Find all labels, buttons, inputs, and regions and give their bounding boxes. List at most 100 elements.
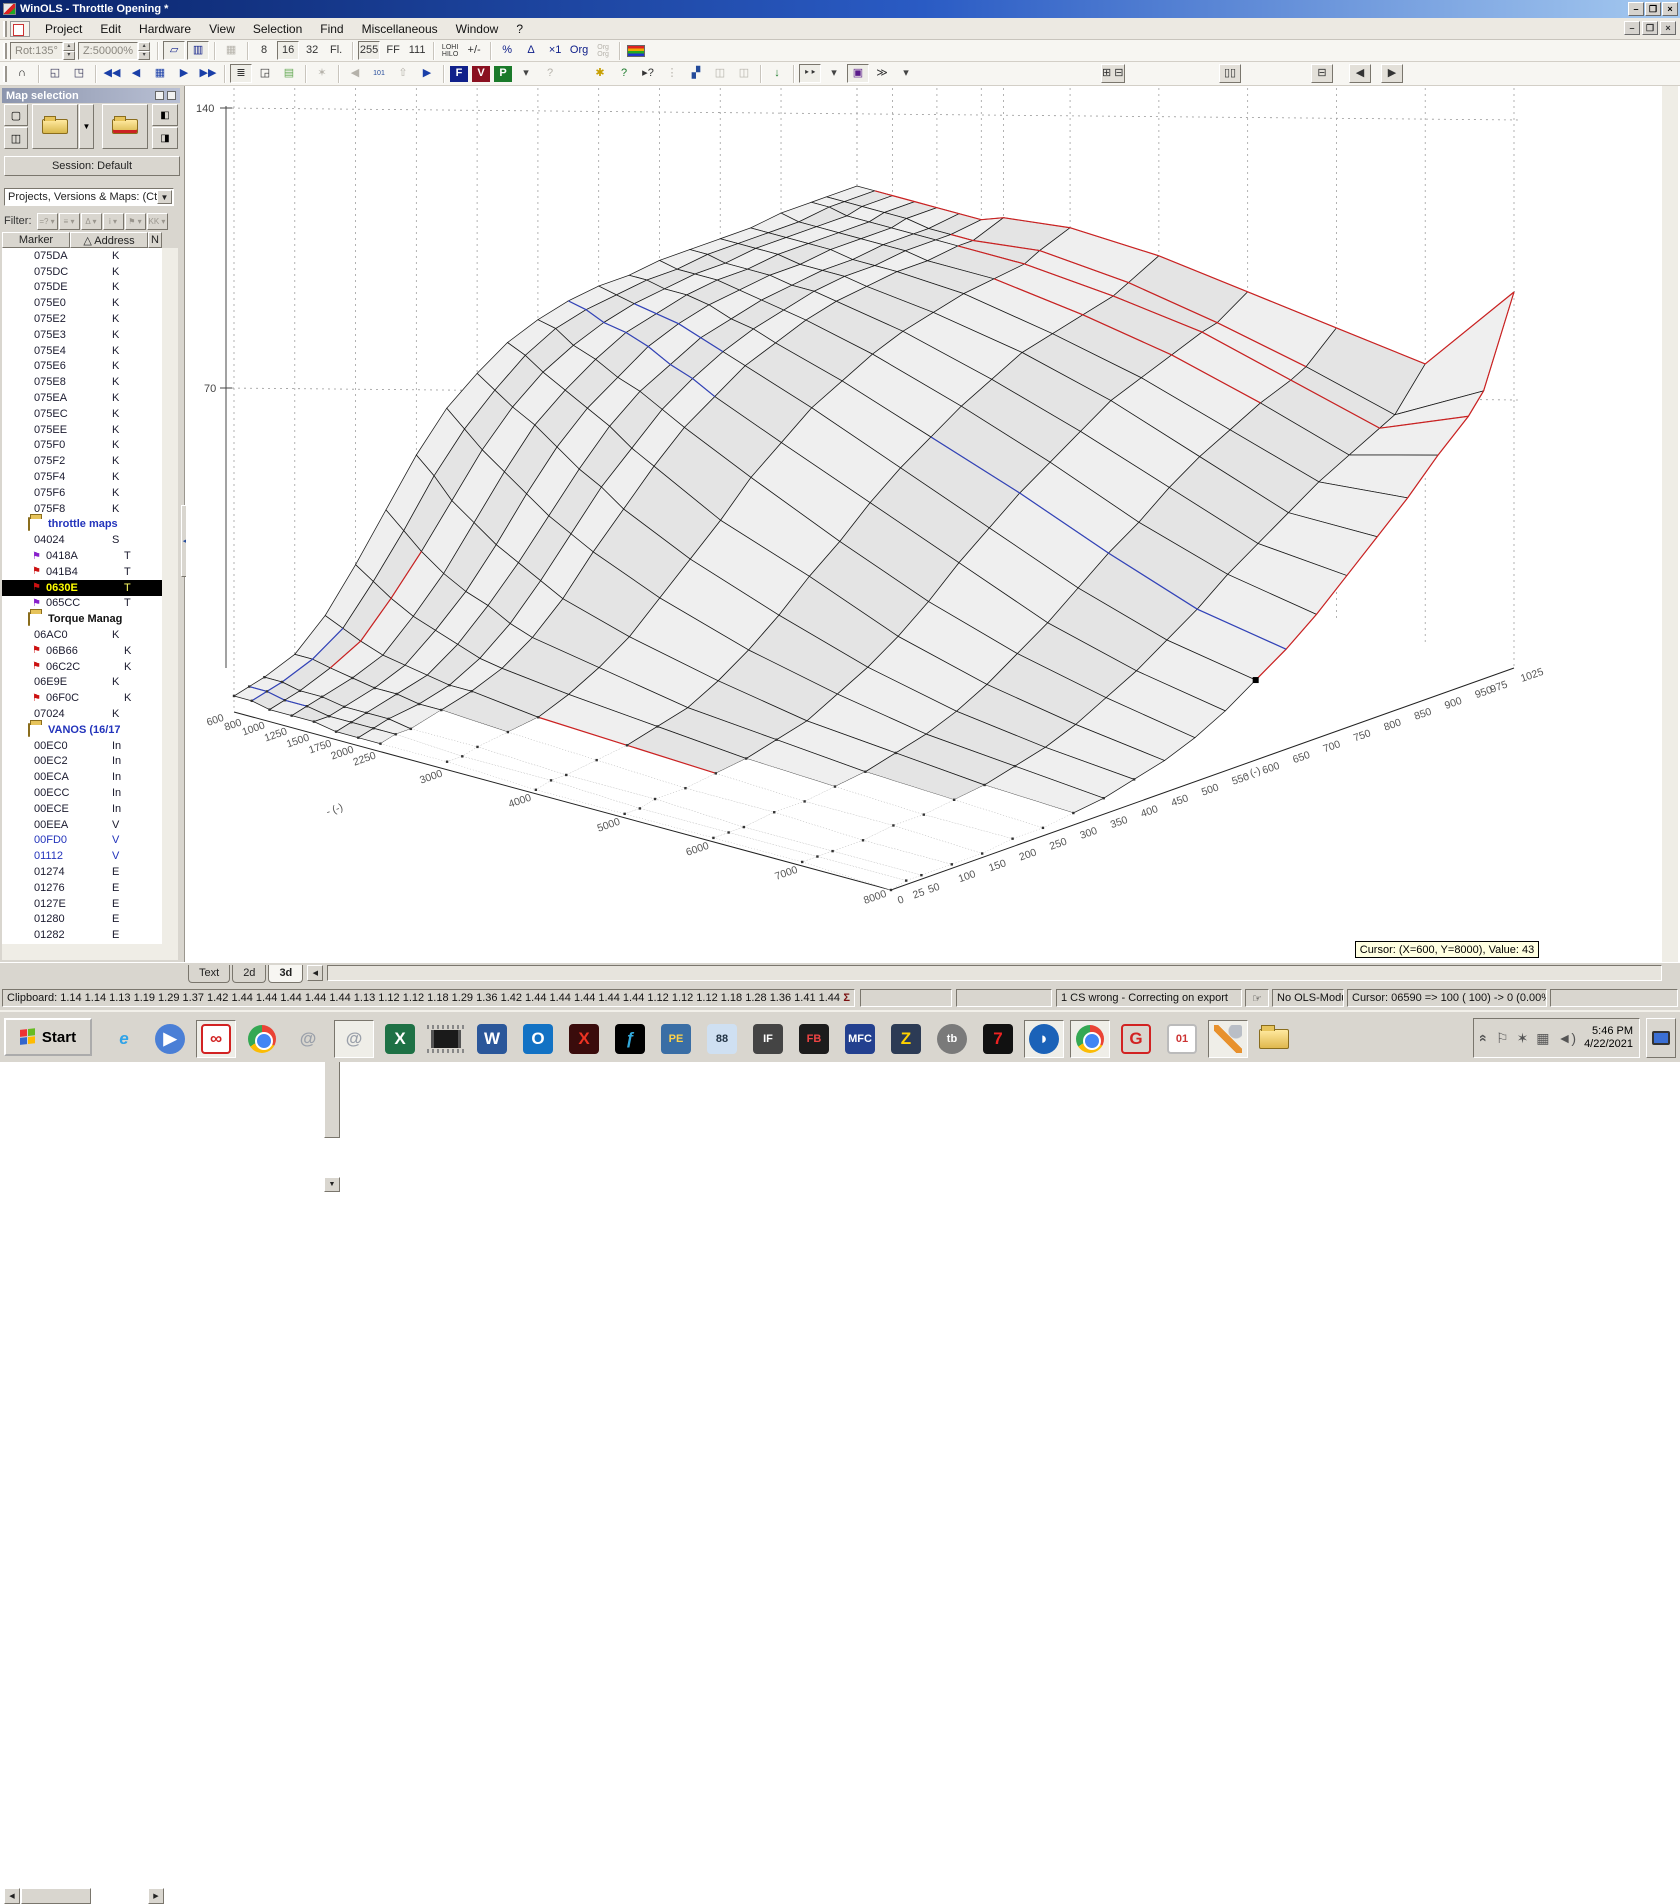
map-wizard-button[interactable]: ▞	[685, 64, 707, 83]
map-row[interactable]: 075ECK	[2, 406, 162, 422]
list-horizontal-scrollbar[interactable]: ◀ ▶	[2, 944, 178, 960]
original-button[interactable]: Org	[568, 41, 590, 60]
mdi-restore-button[interactable]: ❒	[1642, 21, 1658, 35]
filter-button-1[interactable]: =? ▾	[37, 213, 58, 230]
magic-hat-button[interactable]: ∩	[11, 64, 33, 83]
mdi-close-button[interactable]: ×	[1660, 21, 1676, 35]
last-map-button[interactable]: ▶▶	[197, 64, 219, 83]
new-map-button[interactable]: ▢	[4, 104, 28, 126]
find-value-button[interactable]: 101	[368, 64, 390, 83]
menu-find[interactable]: Find	[311, 20, 352, 38]
auto-wizard-button[interactable]: ✱	[589, 64, 611, 83]
calculator-icon[interactable]: 88	[702, 1020, 742, 1058]
surface-3d-plot[interactable]: 1407060080010001250150017502000225030004…	[186, 86, 1662, 962]
column-header-n[interactable]: N	[148, 232, 162, 248]
binary-view-button[interactable]: 111	[406, 41, 428, 60]
menu-hardware[interactable]: Hardware	[130, 20, 200, 38]
map-row[interactable]: 075F2K	[2, 453, 162, 469]
eprom-chip-icon[interactable]	[426, 1020, 466, 1058]
menu-view[interactable]: View	[200, 20, 244, 38]
show-desktop-button[interactable]	[1646, 1018, 1676, 1058]
media-player-icon[interactable]: ▶	[150, 1020, 190, 1058]
gdata-icon[interactable]: G	[1116, 1020, 1156, 1058]
width-float-button[interactable]: Fl.	[325, 41, 347, 60]
map-row[interactable]: ⚑06C2CK	[2, 659, 162, 675]
open-project-button[interactable]	[32, 104, 78, 149]
car-tuning-icon[interactable]: Z	[886, 1020, 926, 1058]
word-icon[interactable]: W	[472, 1020, 512, 1058]
tile-window-button[interactable]: ◳	[68, 64, 90, 83]
selection-mode-button[interactable]: ▣	[847, 64, 869, 83]
map-row[interactable]: 075DEK	[2, 280, 162, 296]
menu-window[interactable]: Window	[447, 20, 508, 38]
map-row[interactable]: 00EEAV	[2, 817, 162, 833]
window-split-control[interactable]: ⊞ ⊟	[1101, 64, 1125, 83]
row-spacing-arrow[interactable]: ▾	[895, 64, 917, 83]
menu-project[interactable]: Project	[36, 20, 91, 38]
map-row[interactable]: 075F6K	[2, 485, 162, 501]
tb-icon[interactable]: tb	[932, 1020, 972, 1058]
maximize-button[interactable]: ❒	[1645, 2, 1661, 16]
factor-window-button[interactable]: F	[450, 66, 468, 82]
map-row[interactable]: ⚑06F0CK	[2, 690, 162, 706]
close-button[interactable]: ×	[1662, 2, 1678, 16]
find-next-button[interactable]: ▶	[416, 64, 438, 83]
network-tray-icon[interactable]: ▦	[1536, 1030, 1549, 1047]
explorer-folder-icon[interactable]	[1254, 1020, 1294, 1058]
column-spacing-button[interactable]: ‣‣	[799, 64, 821, 83]
session-button[interactable]: Session: Default	[4, 156, 180, 176]
view-3d-grid-button[interactable]: ▥	[187, 41, 209, 60]
horizontal-split-control[interactable]: ⊟	[1311, 64, 1333, 83]
percent-window-button[interactable]: P	[494, 66, 512, 82]
whats-this-button[interactable]: ▸?	[637, 64, 659, 83]
folder-row[interactable]: throttle maps	[2, 517, 162, 533]
map-overview-button[interactable]: ▦	[149, 64, 171, 83]
zoom-field[interactable]: Z:50000%	[78, 42, 138, 60]
tab-horizontal-scrollbar[interactable]	[327, 965, 1662, 981]
map-row[interactable]: 00FD0V	[2, 832, 162, 848]
soccer-7-icon[interactable]: 7	[978, 1020, 1018, 1058]
byte-order-button[interactable]: LOHI HILO	[439, 41, 461, 60]
outlook-icon[interactable]: O	[518, 1020, 558, 1058]
map-row[interactable]: ⚑041B4T	[2, 564, 162, 580]
map-row[interactable]: ⚑0630ET	[2, 580, 162, 596]
window-dropdown-arrow[interactable]: ▾	[515, 64, 537, 83]
recycle-basket-button[interactable]: ▤	[278, 64, 300, 83]
flag-tray-icon[interactable]: ⚐	[1496, 1030, 1509, 1047]
chrome-icon[interactable]	[242, 1020, 282, 1058]
tab-2d[interactable]: 2d	[232, 965, 266, 983]
percent-button[interactable]: %	[496, 41, 518, 60]
list-vertical-scrollbar[interactable]: ▲ ▼	[162, 248, 178, 944]
winols-taskbar-icon[interactable]: ∞	[196, 1020, 236, 1058]
filter-button-2[interactable]: ≡ ▾	[59, 213, 80, 230]
zoom-spinner[interactable]: ▴▾	[138, 42, 150, 60]
value-window-button[interactable]: V	[472, 66, 490, 82]
mfc-icon[interactable]: MFC	[840, 1020, 880, 1058]
menu-edit[interactable]: Edit	[91, 20, 130, 38]
cube-01-icon[interactable]: 01	[1162, 1020, 1202, 1058]
copy-window-button[interactable]: ◱	[44, 64, 66, 83]
map-row[interactable]: 075E3K	[2, 327, 162, 343]
width-8bit-button[interactable]: 8	[253, 41, 275, 60]
wrench-icon[interactable]	[1208, 1020, 1248, 1058]
map-row[interactable]: ⚑06B66K	[2, 643, 162, 659]
mdi-minimize-button[interactable]: –	[1624, 21, 1640, 35]
sign-button[interactable]: +/-	[463, 41, 485, 60]
rotation-field[interactable]: Rot:135°	[10, 42, 63, 60]
first-map-button[interactable]: ◀◀	[101, 64, 123, 83]
map-pack-out-button[interactable]: ◨	[152, 127, 178, 149]
map-row[interactable]: ⚑065CCT	[2, 596, 162, 612]
list-hscrollbar-thumb[interactable]	[21, 1888, 91, 1904]
map-row[interactable]: 01112V	[2, 848, 162, 864]
map-row[interactable]: 075E2K	[2, 311, 162, 327]
toolbar-grip[interactable]	[3, 43, 7, 59]
map-row[interactable]: 01276E	[2, 880, 162, 896]
view-mode-combo[interactable]: Projects, Versions & Maps: (Ctrl ▼	[4, 188, 174, 206]
panel-close-button[interactable]	[167, 91, 176, 100]
map-row[interactable]: 07024K	[2, 706, 162, 722]
volume-tray-icon[interactable]: ◄)	[1558, 1030, 1577, 1046]
map-row[interactable]: 00ECAIn	[2, 769, 162, 785]
map-row[interactable]: 00EC0In	[2, 738, 162, 754]
map-row[interactable]: 075EAK	[2, 390, 162, 406]
toolbar-grip[interactable]	[3, 66, 7, 82]
